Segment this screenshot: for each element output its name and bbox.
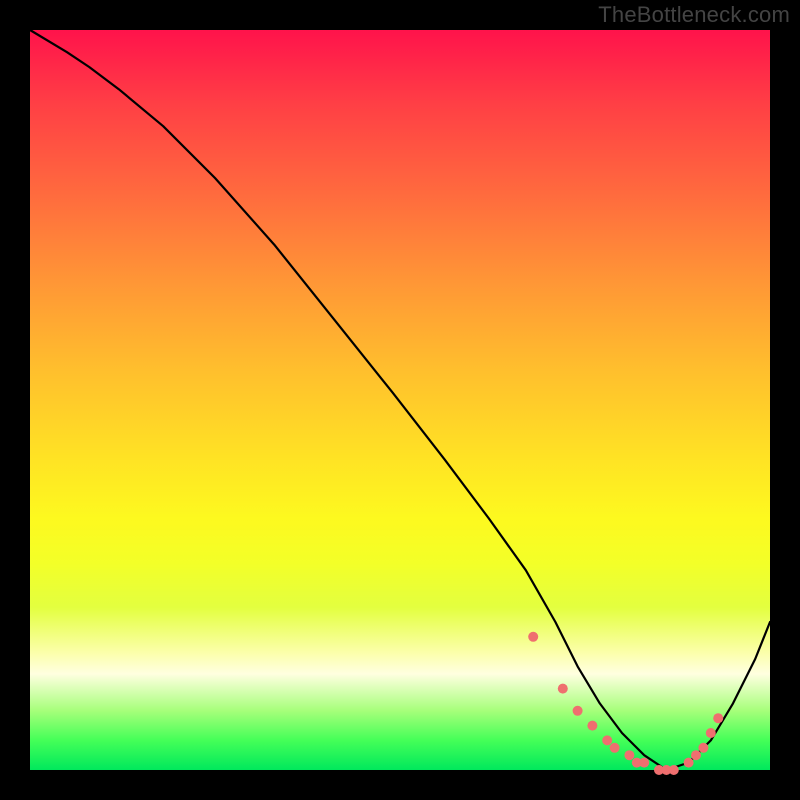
marker-dot [587,721,597,731]
watermark-text: TheBottleneck.com [598,2,790,28]
marker-dot [669,765,679,775]
marker-dot [610,743,620,753]
marker-dot [713,713,723,723]
plot-area [30,30,770,770]
bottleneck-curve [30,30,770,770]
marker-dot [691,750,701,760]
marker-dot [684,758,694,768]
marker-dot [706,728,716,738]
marker-dot [558,684,568,694]
chart-frame: TheBottleneck.com [0,0,800,800]
marker-dot [698,743,708,753]
marker-dot [624,750,634,760]
chart-overlay [30,30,770,770]
marker-group [528,632,723,775]
marker-dot [602,735,612,745]
marker-dot [639,758,649,768]
marker-dot [573,706,583,716]
marker-dot [528,632,538,642]
